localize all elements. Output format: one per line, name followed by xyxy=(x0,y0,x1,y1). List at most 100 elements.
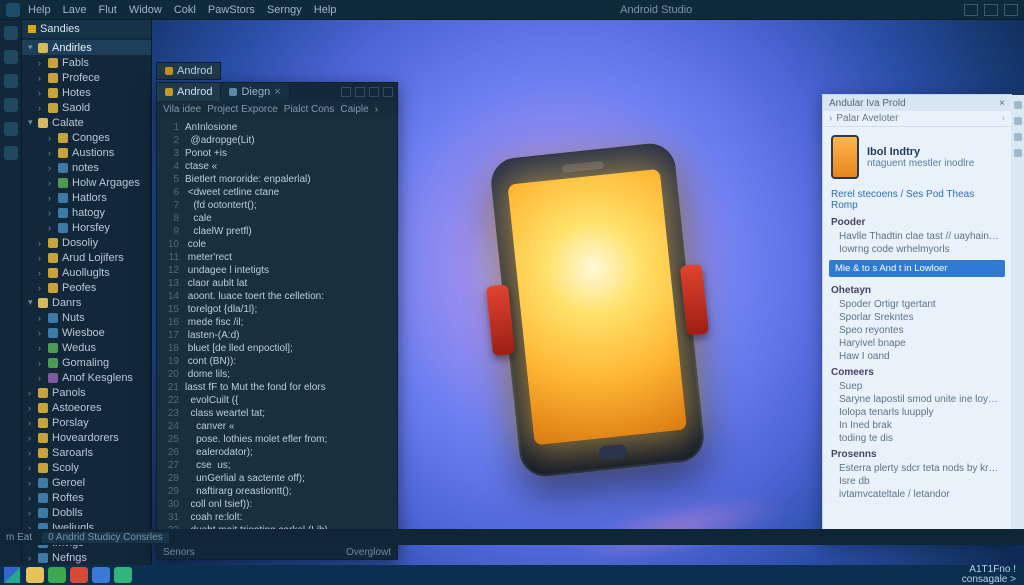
minimize-icon[interactable] xyxy=(355,87,365,97)
assistant-item[interactable]: Saryne lapostil smod unite ine loyplon xyxy=(823,393,1011,406)
assistant-item[interactable]: Esterra plerty sdcr teta nods by krating xyxy=(823,462,1011,475)
device-icon[interactable] xyxy=(4,122,18,136)
taskbar-app-browser[interactable] xyxy=(70,567,88,583)
menu-item[interactable]: Widow xyxy=(129,4,162,16)
close-icon[interactable] xyxy=(383,87,393,97)
tree-item[interactable]: ›hatogy xyxy=(22,205,151,220)
close-icon[interactable]: × xyxy=(274,86,280,98)
editor-tab[interactable]: Diegn × xyxy=(221,83,289,101)
assistant-subheader[interactable]: › Palar Aveloter › xyxy=(823,111,1011,127)
tool-icon[interactable] xyxy=(1014,117,1022,125)
tree-item[interactable]: ›notes xyxy=(22,160,151,175)
terminal-icon[interactable] xyxy=(4,146,18,160)
tree-item[interactable]: ›Hotes xyxy=(22,85,151,100)
file-icon xyxy=(165,67,173,75)
search-icon[interactable] xyxy=(4,50,18,64)
console-tab[interactable]: 0 Andrid Studicy Consrles xyxy=(42,532,169,543)
tree-item[interactable]: ›Astoeores xyxy=(22,400,151,415)
tree-item[interactable]: ›Porslay xyxy=(22,415,151,430)
taskbar-app-studio[interactable] xyxy=(48,567,66,583)
assistant-item[interactable]: toding te dis xyxy=(823,432,1011,445)
tree-item[interactable]: ›Panols xyxy=(22,385,151,400)
item-icon xyxy=(58,208,68,218)
tool-icon[interactable] xyxy=(1014,133,1022,141)
assistant-item[interactable]: Haw I oand xyxy=(823,350,1011,363)
tree-item[interactable]: ›Holw Argages xyxy=(22,175,151,190)
tree-item[interactable]: ›Wedus xyxy=(22,340,151,355)
vcs-icon[interactable] xyxy=(4,74,18,88)
tree-item[interactable]: ›Arud Lojifers xyxy=(22,250,151,265)
assistant-item[interactable]: Iowrng code wrhelmyorls xyxy=(823,243,1011,256)
menu-item[interactable]: Cokl xyxy=(174,4,196,16)
menu-item[interactable]: Serngy xyxy=(267,4,302,16)
assistant-item[interactable]: Havlle Thadtin clae tast // uayhainsgonp xyxy=(823,230,1011,243)
tool-icon[interactable] xyxy=(1014,149,1022,157)
menu-item[interactable]: Help xyxy=(314,4,337,16)
menu-item[interactable]: Help xyxy=(28,4,51,16)
close-icon[interactable]: × xyxy=(999,98,1005,109)
tree-item[interactable]: ›Peofes xyxy=(22,280,151,295)
close-icon[interactable] xyxy=(1004,4,1018,16)
crumb[interactable]: Caiple xyxy=(340,104,368,115)
crumb[interactable]: Vila idee xyxy=(163,104,201,115)
tree-item[interactable]: ▾Danrs xyxy=(22,295,151,310)
tree-item[interactable]: ›Austions xyxy=(22,145,151,160)
tree-item[interactable]: ›Dosoliy xyxy=(22,235,151,250)
tree-item[interactable]: ›Horsfey xyxy=(22,220,151,235)
tree-item[interactable]: ›Nefngs xyxy=(22,550,151,565)
tool-icon[interactable] xyxy=(1014,101,1022,109)
tree-item[interactable]: ›Auolluglts xyxy=(22,265,151,280)
tree-item[interactable]: ›Roftes xyxy=(22,490,151,505)
assistant-item[interactable]: In Ined brak xyxy=(823,419,1011,432)
assistant-item[interactable]: ivtamvcateltale / letandor xyxy=(823,488,1011,501)
crumb[interactable]: Pialct Cons xyxy=(284,104,335,115)
menu-item[interactable]: Lave xyxy=(63,4,87,16)
editor-file-pill[interactable]: Androd xyxy=(156,62,221,80)
tree-item[interactable]: ›Hatlors xyxy=(22,190,151,205)
menu-item[interactable]: PawStors xyxy=(208,4,255,16)
taskbar-app-mail[interactable] xyxy=(92,567,110,583)
project-icon[interactable] xyxy=(4,26,18,40)
tree-item[interactable]: ›Saold xyxy=(22,100,151,115)
taskbar-app-terminal[interactable] xyxy=(114,567,132,583)
tree-item[interactable]: ›Hoveardorers xyxy=(22,430,151,445)
highlight-banner[interactable]: Mie & to s And t in Lowloer xyxy=(829,260,1005,277)
menu-item[interactable]: Flut xyxy=(98,4,116,16)
editor-tab[interactable]: Androd xyxy=(157,83,221,101)
assistant-item[interactable]: Iolopa tenarls luupply xyxy=(823,406,1011,419)
debug-icon[interactable] xyxy=(4,98,18,112)
tree-item-label: Anof Kesglens xyxy=(62,372,133,384)
tree-item[interactable]: ›Scoly xyxy=(22,460,151,475)
tree-item[interactable]: ›Nuts xyxy=(22,310,151,325)
maximize-icon[interactable] xyxy=(369,87,379,97)
assistant-link[interactable]: Rerel stecoens / Ses Pod Theas Romp xyxy=(823,187,1011,213)
maximize-icon[interactable] xyxy=(984,4,998,16)
chevron-right-icon[interactable]: › xyxy=(1002,113,1005,124)
tree-item[interactable]: ›Anof Kesglens xyxy=(22,370,151,385)
project-panel-header[interactable]: Sandies xyxy=(22,20,151,38)
tree-item[interactable]: ›Profece xyxy=(22,70,151,85)
minimize-icon[interactable] xyxy=(964,4,978,16)
assistant-item[interactable]: Sporlar Srekntes xyxy=(823,311,1011,324)
assistant-item[interactable]: Haryivel bnape xyxy=(823,337,1011,350)
tree-item[interactable]: ›Fabls xyxy=(22,55,151,70)
assistant-item[interactable]: Isre db xyxy=(823,475,1011,488)
tree-item[interactable]: ›Conges xyxy=(22,130,151,145)
start-button-icon[interactable] xyxy=(4,567,20,583)
tree-item[interactable]: ›Gomaling xyxy=(22,355,151,370)
tree-item[interactable]: ▾Calate xyxy=(22,115,151,130)
assistant-item[interactable]: Spoder Ortigr tgertant xyxy=(823,298,1011,311)
taskbar-app-explorer[interactable] xyxy=(26,567,44,583)
split-icon[interactable] xyxy=(341,87,351,97)
crumb[interactable]: Project Exporce xyxy=(207,104,278,115)
code-area[interactable]: 1AnInlosione2 @adropge(Lit)3Ponot +is4ct… xyxy=(157,117,397,545)
item-icon xyxy=(38,418,48,428)
tree-root[interactable]: ▾ Andirles xyxy=(22,40,151,55)
assistant-item[interactable]: Speo reyontes xyxy=(823,324,1011,337)
tree-item[interactable]: ›Doblls xyxy=(22,505,151,520)
editor-breadcrumbs: Vila idee Project Exporce Pialct Cons Ca… xyxy=(157,101,397,117)
tree-item[interactable]: ›Geroel xyxy=(22,475,151,490)
tree-item[interactable]: ›Saroarls xyxy=(22,445,151,460)
assistant-item[interactable]: Suep xyxy=(823,380,1011,393)
tree-item[interactable]: ›Wiesboe xyxy=(22,325,151,340)
